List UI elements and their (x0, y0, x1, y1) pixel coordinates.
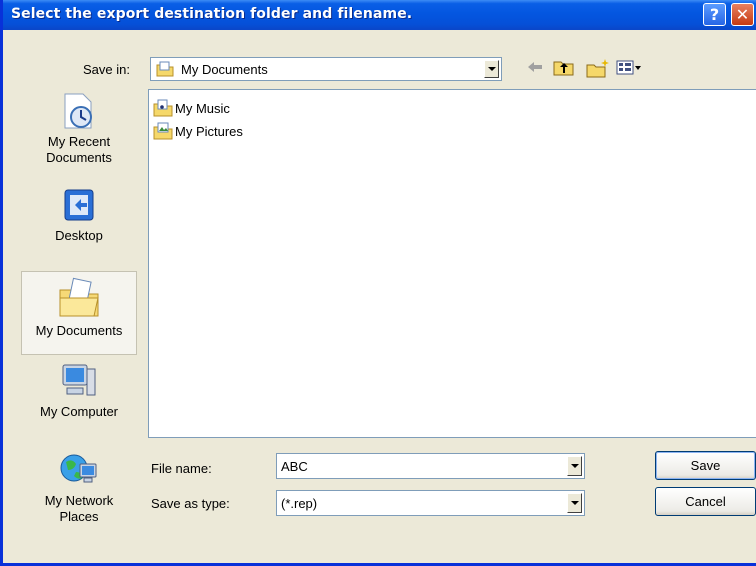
file-list[interactable]: My Music My Pictures (148, 89, 756, 438)
place-label: My Network Places (44, 493, 114, 524)
help-button[interactable]: ? (703, 3, 726, 26)
place-label: My Computer (39, 404, 119, 419)
file-name-input[interactable]: ABC (276, 453, 585, 479)
view-menu-icon[interactable] (616, 58, 642, 76)
new-folder-icon[interactable] (586, 58, 610, 78)
my-computer-icon (62, 364, 96, 396)
place-desktop[interactable]: Desktop (21, 185, 137, 255)
pictures-folder-icon (153, 122, 173, 140)
close-button[interactable]: ✕ (731, 3, 754, 26)
save-as-type-label: Save as type: (151, 496, 230, 511)
save-dialog: Select the export destination folder and… (0, 0, 756, 566)
dialog-title: Select the export destination folder and… (11, 6, 413, 22)
save-in-label: Save in: (83, 62, 130, 77)
save-as-type-dropdown-button[interactable] (567, 493, 582, 513)
place-label: My Documents (35, 323, 123, 338)
file-name: My Music (175, 100, 230, 116)
list-item[interactable]: My Pictures (153, 122, 243, 140)
place-my-network-places[interactable]: My Network Places (21, 450, 137, 540)
network-places-icon (60, 454, 97, 483)
save-in-value: My Documents (181, 62, 268, 77)
desktop-icon (64, 189, 94, 221)
file-name-value: ABC (281, 459, 308, 474)
places-bar: My Recent Documents Desktop My Documents (19, 85, 139, 441)
save-button[interactable]: Save (655, 451, 756, 480)
save-as-type-value: (*.rep) (281, 496, 318, 511)
place-my-recent-documents[interactable]: My Recent Documents (21, 91, 137, 177)
save-as-type-combo[interactable]: (*.rep) (276, 490, 585, 516)
place-my-computer[interactable]: My Computer (21, 361, 137, 431)
file-name-dropdown-button[interactable] (567, 456, 582, 476)
music-folder-icon (153, 99, 173, 117)
file-name-label: File name: (151, 461, 212, 476)
list-item[interactable]: My Music (153, 99, 230, 117)
my-documents-icon (59, 277, 99, 317)
recent-documents-icon (64, 93, 92, 129)
back-arrow-icon[interactable] (525, 58, 545, 76)
my-documents-small-icon (156, 61, 174, 77)
cancel-button[interactable]: Cancel (655, 487, 756, 516)
title-bar[interactable]: Select the export destination folder and… (3, 0, 756, 30)
place-label: My Recent Documents (46, 134, 112, 165)
up-folder-icon[interactable] (553, 58, 575, 76)
save-in-combo[interactable]: My Documents (150, 57, 502, 81)
place-my-documents[interactable]: My Documents (21, 271, 137, 355)
file-name: My Pictures (175, 123, 243, 139)
place-label: Desktop (55, 228, 103, 243)
save-in-dropdown-button[interactable] (484, 60, 499, 78)
